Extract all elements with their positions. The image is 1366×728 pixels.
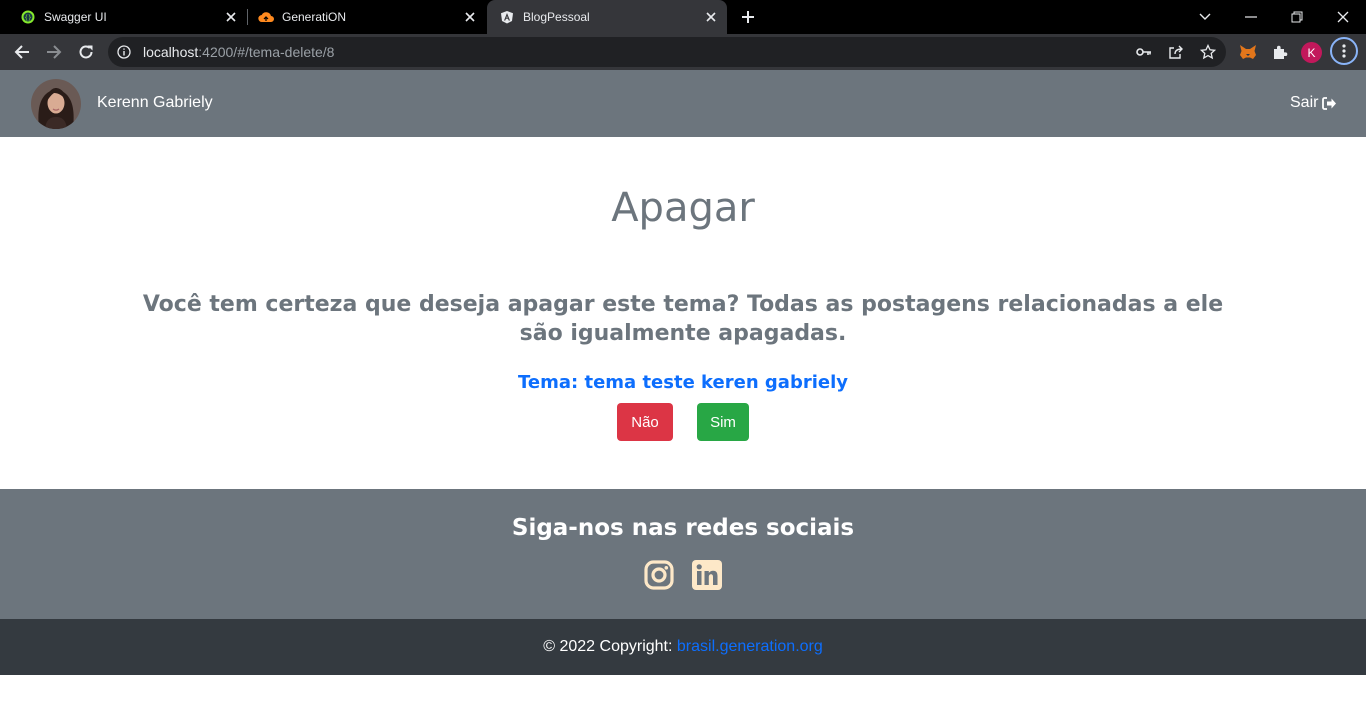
tema-name: Tema: tema teste keren gabriely	[518, 372, 848, 393]
browser-toolbar: localhost:4200/#/tema-delete/8 K	[0, 34, 1366, 70]
logout-label: Sair	[1290, 94, 1319, 111]
linkedin-icon[interactable]	[692, 560, 722, 590]
footer-social: Siga-nos nas redes sociais	[0, 489, 1366, 619]
copyright-prefix: © 2022 Copyright:	[543, 638, 673, 655]
no-button[interactable]: Não	[617, 403, 673, 441]
profile-avatar[interactable]: K	[1301, 42, 1322, 63]
close-tab-icon[interactable]	[221, 7, 241, 27]
browser-tab-generation[interactable]: GeneratiON	[248, 0, 486, 34]
new-tab-plus-icon[interactable]	[736, 5, 760, 29]
close-tab-icon[interactable]	[460, 7, 480, 27]
browser-tab-bar: {} Swagger UI GeneratiON BlogPessoal	[0, 0, 1366, 34]
svg-text:{}: {}	[24, 15, 31, 22]
swagger-icon: {}	[20, 9, 36, 25]
tab-title: Swagger UI	[44, 10, 107, 24]
close-window-icon[interactable]	[1320, 0, 1366, 34]
instagram-icon[interactable]	[644, 560, 674, 590]
browser-tab-swagger[interactable]: {} Swagger UI	[0, 0, 247, 34]
footer-copyright: © 2022 Copyright: brasil.generation.org	[0, 619, 1366, 675]
cloud-icon	[258, 9, 274, 25]
address-host: localhost	[143, 44, 199, 60]
sign-out-icon	[1322, 96, 1337, 110]
page-title: Apagar	[611, 185, 755, 231]
back-arrow-icon[interactable]	[8, 38, 36, 66]
yes-button[interactable]: Sim	[697, 403, 749, 441]
key-icon[interactable]	[1134, 42, 1154, 62]
restore-icon[interactable]	[1274, 0, 1320, 34]
tab-title: GeneratiON	[282, 10, 347, 24]
app-navbar: Kerenn Gabriely Sair	[0, 70, 1366, 137]
user-name: Kerenn Gabriely	[97, 94, 213, 111]
generation-link[interactable]: brasil.generation.org	[677, 638, 823, 655]
close-tab-icon[interactable]	[701, 7, 721, 27]
user-avatar[interactable]	[31, 79, 81, 129]
address-path: :4200/#/tema-delete/8	[198, 44, 335, 60]
tab-title: BlogPessoal	[523, 10, 590, 24]
address-url: localhost:4200/#/tema-delete/8	[143, 44, 334, 60]
share-icon[interactable]	[1166, 42, 1186, 62]
copyright-text: © 2022 Copyright: brasil.generation.org	[0, 638, 1366, 656]
address-bar[interactable]: localhost:4200/#/tema-delete/8	[108, 37, 1226, 67]
browser-menu-kebab-icon[interactable]	[1330, 37, 1358, 65]
browser-tab-blogpessoal[interactable]: BlogPessoal	[487, 0, 727, 34]
delete-warning-text: Você tem certeza que deseja apagar este …	[142, 292, 1224, 346]
bookmark-star-icon[interactable]	[1198, 42, 1218, 62]
extensions-puzzle-icon[interactable]	[1268, 40, 1292, 64]
tab-search-chevron-down-icon[interactable]	[1182, 0, 1228, 34]
reload-icon[interactable]	[72, 38, 100, 66]
forward-arrow-icon[interactable]	[40, 38, 68, 66]
angular-icon	[499, 9, 515, 25]
delete-confirmation: Apagar Você tem certeza que deseja apaga…	[0, 137, 1366, 489]
minimize-icon[interactable]	[1228, 0, 1274, 34]
metamask-fox-icon[interactable]	[1236, 40, 1260, 64]
logout-link[interactable]: Sair	[1290, 94, 1337, 112]
social-heading: Siga-nos nas redes sociais	[511, 515, 855, 541]
site-info-icon[interactable]	[116, 44, 132, 60]
